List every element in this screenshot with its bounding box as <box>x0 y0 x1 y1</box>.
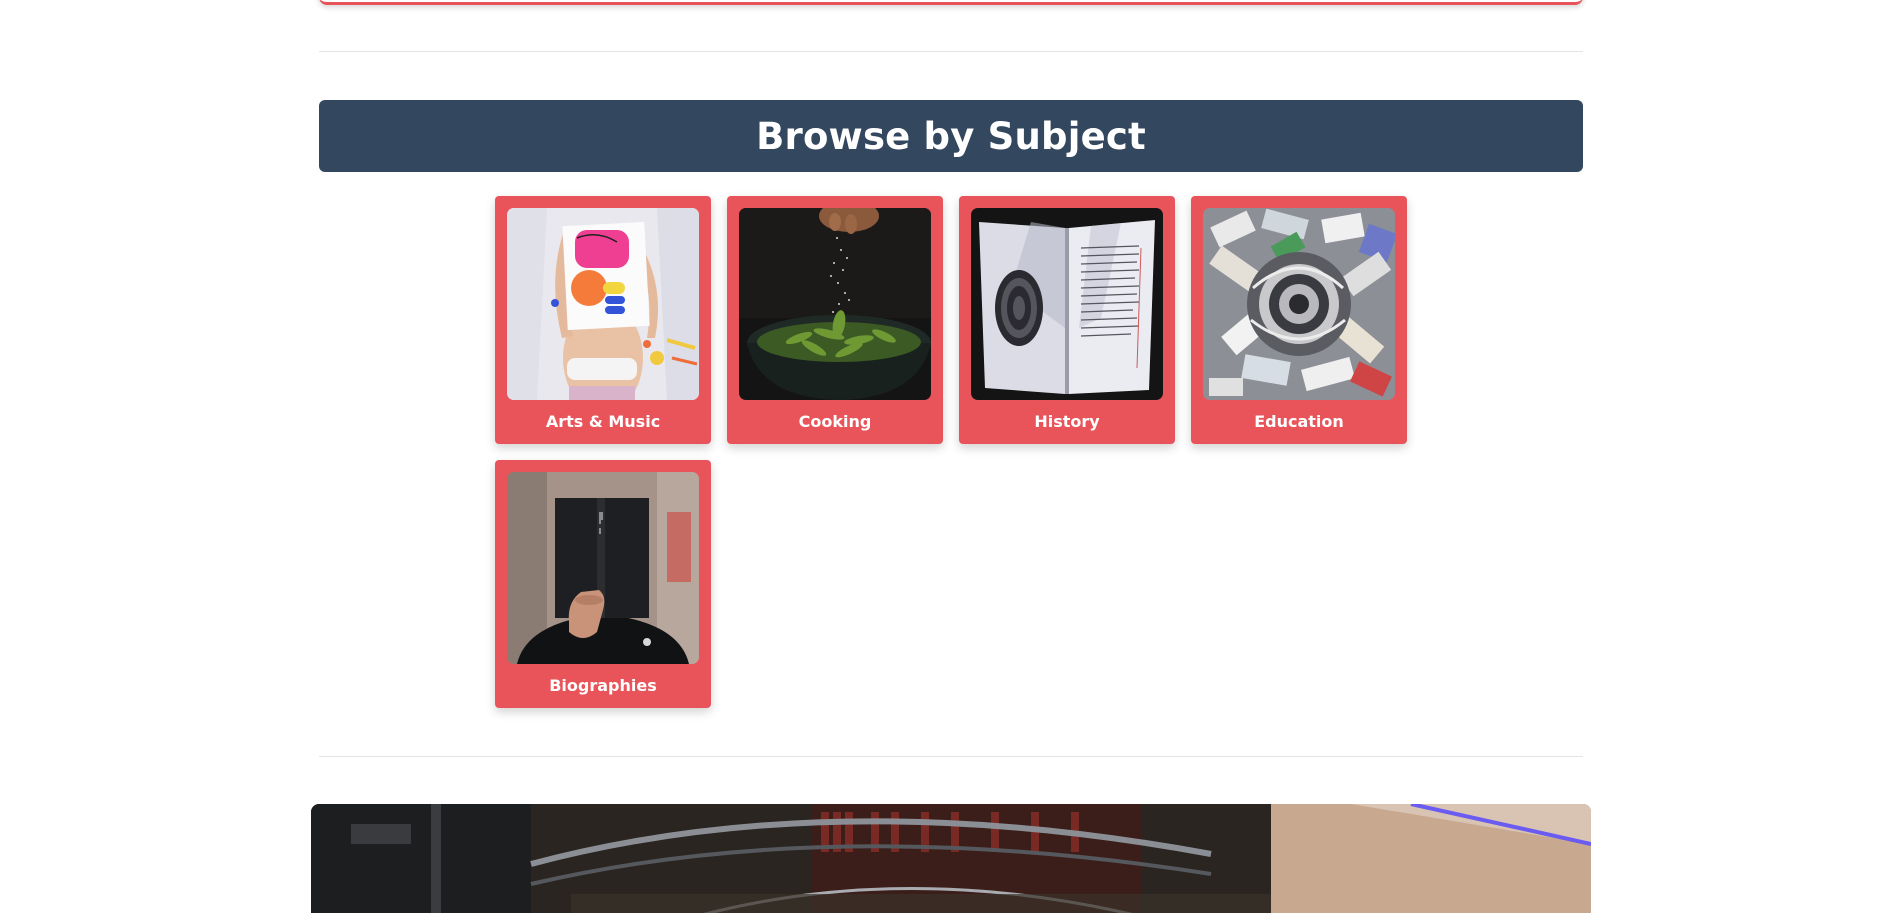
biographies-photo <box>507 472 699 664</box>
page: Browse by Subject Arts & Music Cooking H… <box>0 0 1901 913</box>
biographies-image <box>507 472 699 664</box>
subject-label: Cooking <box>798 412 872 431</box>
section-title: Browse by Subject <box>756 114 1146 158</box>
arts-music-photo <box>507 208 699 400</box>
subject-tile-arts-music[interactable]: Arts & Music <box>495 196 711 444</box>
section-divider-top <box>319 51 1583 52</box>
subject-label: Arts & Music <box>545 412 661 431</box>
cooking-image <box>739 208 931 400</box>
subject-tile-cooking[interactable]: Cooking <box>727 196 943 444</box>
history-image <box>971 208 1163 400</box>
arts-music-image <box>507 208 699 400</box>
library-banner <box>311 804 1591 913</box>
library-interior-photo <box>311 804 1591 913</box>
previous-section-card <box>319 0 1583 5</box>
history-photo <box>971 208 1163 400</box>
subject-grid: Arts & Music Cooking History Education B… <box>495 196 1409 708</box>
section-divider-bottom <box>319 756 1583 757</box>
cooking-photo <box>739 208 931 400</box>
subject-label: Biographies <box>549 676 657 695</box>
subject-label: History <box>1034 412 1100 431</box>
subject-tile-education[interactable]: Education <box>1191 196 1407 444</box>
subject-tile-biographies[interactable]: Biographies <box>495 460 711 708</box>
browse-by-subject-header: Browse by Subject <box>319 100 1583 172</box>
subject-label: Education <box>1254 412 1344 431</box>
education-photo <box>1203 208 1395 400</box>
subject-tile-history[interactable]: History <box>959 196 1175 444</box>
education-image <box>1203 208 1395 400</box>
